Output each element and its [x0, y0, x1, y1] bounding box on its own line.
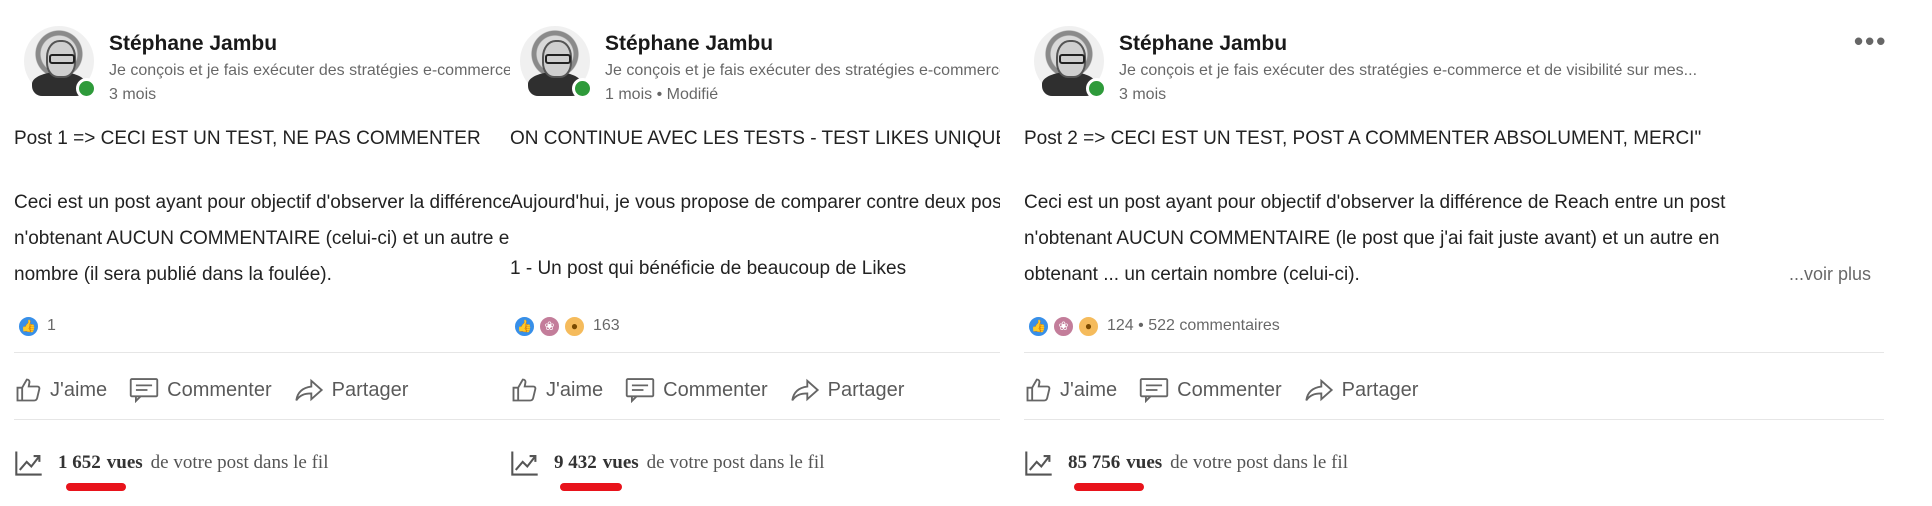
like-reaction-icon: 👍: [514, 315, 535, 337]
divider: [510, 419, 1000, 420]
post-text-line: Post 1 => CECI EST UN TEST, NE PAS COMME…: [14, 128, 481, 149]
online-status-icon: [572, 78, 593, 99]
comment-label: Commenter: [1177, 378, 1282, 401]
post-text-line: obtenant ... un certain nombre (celui-ci…: [1024, 264, 1360, 285]
more-options-icon[interactable]: •••: [1854, 26, 1887, 57]
post-time: 3 mois: [109, 86, 157, 103]
insightful-reaction-icon: ●: [564, 315, 585, 337]
views-stats[interactable]: 9 432 vues de votre post dans le fil: [510, 446, 824, 480]
share-button[interactable]: Partager: [1304, 376, 1419, 404]
author-name[interactable]: Stéphane Jambu: [1119, 32, 1287, 56]
post-text-line: n'obtenant AUCUN COMMENTAIRE (celui-ci) …: [14, 228, 510, 249]
thumbs-up-icon: [1026, 378, 1051, 402]
author-name[interactable]: Stéphane Jambu: [605, 32, 773, 56]
post-time: 1 mois • Modifié: [605, 86, 719, 103]
highlight-underline: [1074, 483, 1144, 491]
highlight-underline: [560, 483, 622, 491]
insightful-reaction-icon: ●: [1078, 315, 1099, 337]
post-text-line: ON CONTINUE AVEC LES TESTS - TEST LIKES …: [510, 128, 1000, 149]
like-reaction-icon: 👍: [18, 315, 39, 337]
post-text-line: Ceci est un post ayant pour objectif d'o…: [14, 192, 510, 213]
views-suffix: de votre post dans le fil: [150, 452, 329, 473]
comment-button[interactable]: Commenter: [1139, 377, 1282, 403]
like-button[interactable]: J'aime: [1024, 376, 1117, 404]
like-button[interactable]: J'aime: [14, 376, 107, 404]
views-count: 1 652: [58, 452, 101, 473]
post-text-line: n'obtenant AUCUN COMMENTAIRE (le post qu…: [1024, 228, 1720, 249]
divider: [510, 352, 1000, 353]
share-arrow-icon: [295, 378, 323, 402]
views-suffix: de votre post dans le fil: [1170, 452, 1348, 473]
online-status-icon: [76, 78, 97, 99]
like-button[interactable]: J'aime: [510, 376, 603, 404]
post-card-1: Stéphane Jambu Je conçois et je fais exé…: [14, 0, 510, 506]
views-count: 9 432: [554, 452, 597, 473]
celebrate-reaction-icon: ❀: [539, 315, 560, 337]
reactions-summary[interactable]: 👍 ❀ ● 124 • 522 commentaires: [1028, 314, 1280, 338]
post-text-line: Ceci est un post ayant pour objectif d'o…: [1024, 192, 1726, 213]
author-headline: Je conçois et je fais exécuter des strat…: [109, 62, 510, 79]
post-text-line: 1 - Un post qui bénéficie de beaucoup de…: [510, 258, 907, 279]
post-card-3: Stéphane Jambu Je conçois et je fais exé…: [1024, 0, 1932, 506]
post-card-2: Stéphane Jambu Je conçois et je fais exé…: [510, 0, 1000, 506]
share-button[interactable]: Partager: [790, 376, 905, 404]
reaction-count[interactable]: 124 • 522 commentaires: [1107, 317, 1280, 335]
action-bar: J'aime Commenter Partager: [510, 365, 926, 415]
trend-chart-icon: [511, 451, 538, 476]
share-arrow-icon: [791, 378, 819, 402]
views-word: vues: [1126, 452, 1163, 473]
post-text-line: Aujourd'hui, je vous propose de comparer…: [510, 192, 1000, 213]
celebrate-reaction-icon: ❀: [1053, 315, 1074, 337]
post-text-line: nombre (il sera publié dans la foulée).: [14, 264, 332, 285]
action-bar: J'aime Commenter Partager: [1024, 365, 1440, 415]
comment-button[interactable]: Commenter: [129, 377, 272, 403]
views-word: vues: [602, 452, 639, 473]
like-label: J'aime: [546, 378, 604, 401]
views-stats[interactable]: 85 756 vues de votre post dans le fil: [1024, 446, 1348, 480]
reactions-summary[interactable]: 👍 ❀ ● 163: [514, 314, 620, 338]
author-headline: Je conçois et je fais exécuter des strat…: [605, 62, 1000, 79]
reactions-summary[interactable]: 👍 1: [18, 314, 56, 338]
comment-label: Commenter: [167, 378, 272, 401]
comment-icon: [1139, 378, 1169, 403]
author-headline: Je conçois et je fais exécuter des strat…: [1119, 62, 1698, 79]
trend-chart-icon: [15, 451, 42, 476]
comment-icon: [625, 378, 655, 403]
share-label: Partager: [827, 378, 905, 401]
views-suffix: de votre post dans le fil: [646, 452, 825, 473]
reaction-count[interactable]: 1: [47, 317, 56, 335]
thumbs-up-icon: [16, 378, 41, 402]
share-arrow-icon: [1305, 378, 1333, 402]
share-button[interactable]: Partager: [294, 376, 409, 404]
views-count: 85 756: [1068, 452, 1121, 473]
highlight-underline: [66, 483, 126, 491]
online-status-icon: [1086, 78, 1107, 99]
action-bar: J'aime Commenter Partager: [14, 365, 430, 415]
like-label: J'aime: [1060, 378, 1118, 401]
trend-chart-icon: [1025, 451, 1052, 476]
comment-label: Commenter: [663, 378, 768, 401]
divider: [1024, 352, 1884, 353]
like-label: J'aime: [50, 378, 108, 401]
share-label: Partager: [1341, 378, 1419, 401]
post-time: 3 mois: [1119, 86, 1167, 103]
divider: [14, 352, 510, 353]
divider: [1024, 419, 1884, 420]
divider: [14, 419, 510, 420]
comment-button[interactable]: Commenter: [625, 377, 768, 403]
views-stats[interactable]: 1 652 vues de votre post dans le fil: [14, 446, 328, 480]
thumbs-up-icon: [512, 378, 537, 402]
views-word: vues: [106, 452, 143, 473]
author-name[interactable]: Stéphane Jambu: [109, 32, 277, 56]
reaction-count[interactable]: 163: [593, 317, 620, 335]
see-more-link[interactable]: ...voir plus: [1789, 264, 1871, 285]
post-text-line: Post 2 => CECI EST UN TEST, POST A COMME…: [1024, 128, 1702, 149]
like-reaction-icon: 👍: [1028, 315, 1049, 337]
comment-icon: [129, 378, 159, 403]
share-label: Partager: [331, 378, 409, 401]
